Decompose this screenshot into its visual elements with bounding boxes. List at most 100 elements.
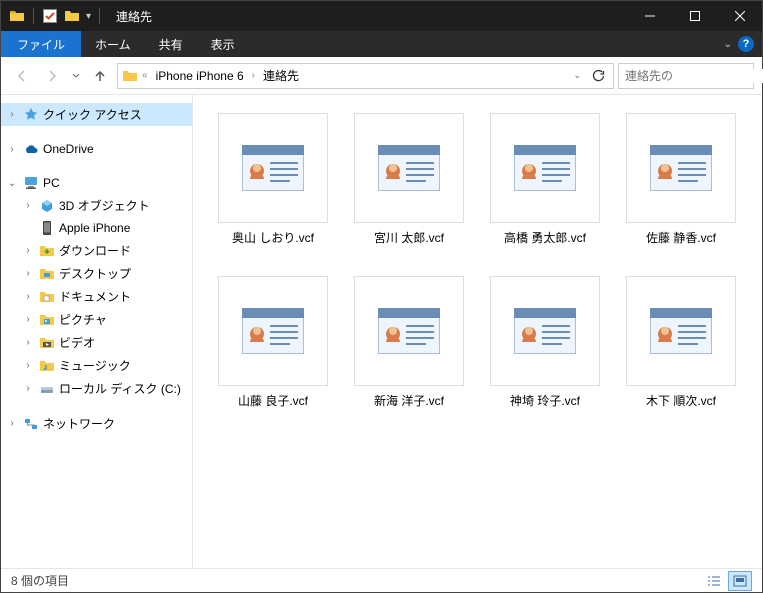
chevron-right-icon[interactable]: ›: [21, 200, 35, 211]
minimize-button[interactable]: [627, 1, 672, 31]
file-thumbnail: [218, 276, 328, 386]
chevron-right-icon[interactable]: ›: [21, 383, 35, 394]
sidebar-item-music[interactable]: › ミュージック: [1, 354, 192, 377]
sidebar-item-downloads[interactable]: › ダウンロード: [1, 239, 192, 262]
back-button[interactable]: [9, 63, 35, 89]
recent-dropdown[interactable]: [69, 63, 83, 89]
sidebar-item-pc[interactable]: ⌄ PC: [1, 172, 192, 194]
file-tab[interactable]: ファイル: [1, 31, 81, 57]
search-input[interactable]: [619, 69, 763, 83]
sidebar-item-pictures[interactable]: › ピクチャ: [1, 308, 192, 331]
sidebar-item-local-disk[interactable]: › ローカル ディスク (C:): [1, 377, 192, 400]
network-icon: [23, 416, 39, 432]
sidebar-item-label: OneDrive: [43, 142, 94, 156]
qat-separator: [99, 8, 100, 24]
sidebar-item-label: ダウンロード: [59, 242, 131, 259]
chevron-right-icon[interactable]: ›: [21, 245, 35, 256]
file-name: 神埼 玲子.vcf: [510, 392, 580, 409]
sidebar-item-label: デスクトップ: [59, 265, 131, 282]
breadcrumb-sep-icon[interactable]: «: [140, 70, 150, 81]
files-grid: 奥山 しおり.vcf 宮川 太郎.vcf 高橋 勇太郎.vcf 佐藤 静香.vc…: [213, 113, 742, 409]
search-box[interactable]: [618, 63, 754, 89]
file-thumbnail: [218, 113, 328, 223]
sidebar-item-onedrive[interactable]: › OneDrive: [1, 138, 192, 160]
breadcrumb-label: iPhone iPhone 6: [156, 69, 244, 83]
chevron-right-icon[interactable]: ›: [21, 268, 35, 279]
sidebar-item-label: ドキュメント: [59, 288, 131, 305]
chevron-right-icon[interactable]: ›: [5, 418, 19, 429]
breadcrumb-item[interactable]: 連絡先: [259, 65, 303, 87]
sidebar-item-network[interactable]: › ネットワーク: [1, 412, 192, 435]
sidebar-item-label: ローカル ディスク (C:): [59, 380, 181, 397]
sidebar-item-label: PC: [43, 176, 60, 190]
help-icon[interactable]: ?: [738, 36, 754, 52]
qat-dropdown-icon[interactable]: ▾: [86, 11, 91, 22]
file-item[interactable]: 木下 順次.vcf: [621, 276, 741, 409]
file-item[interactable]: 佐藤 静香.vcf: [621, 113, 741, 246]
file-pane[interactable]: 奥山 しおり.vcf 宮川 太郎.vcf 高橋 勇太郎.vcf 佐藤 静香.vc…: [193, 95, 762, 568]
breadcrumb-sep-icon[interactable]: ›: [250, 70, 257, 81]
sidebar-item-documents[interactable]: › ドキュメント: [1, 285, 192, 308]
chevron-right-icon[interactable]: ›: [5, 144, 19, 155]
sidebar-item-label: ミュージック: [59, 357, 131, 374]
tab-home[interactable]: ホーム: [81, 31, 145, 57]
breadcrumb-item[interactable]: iPhone iPhone 6: [152, 65, 248, 87]
chevron-right-icon[interactable]: ›: [21, 337, 35, 348]
file-thumbnail: [490, 276, 600, 386]
breadcrumb-label: 連絡先: [263, 67, 299, 84]
thumbnails-view-button[interactable]: [728, 571, 752, 591]
sidebar-item-3d-objects[interactable]: › 3D オブジェクト: [1, 194, 192, 217]
status-bar: 8 個の項目: [1, 568, 762, 592]
chevron-right-icon[interactable]: ›: [21, 360, 35, 371]
sidebar-item-label: 3D オブジェクト: [59, 197, 150, 214]
main-body: › クイック アクセス › OneDrive ⌄ PC › 3D オブジェクト …: [1, 95, 762, 568]
sidebar-item-label: クイック アクセス: [43, 106, 142, 123]
videos-icon: [39, 335, 55, 351]
file-item[interactable]: 奥山 しおり.vcf: [213, 113, 333, 246]
pictures-icon: [39, 312, 55, 328]
checkbox-icon[interactable]: [42, 8, 58, 24]
music-icon: [39, 358, 55, 374]
details-view-button[interactable]: [702, 571, 726, 591]
device-icon: [39, 220, 55, 236]
sidebar-item-label: Apple iPhone: [59, 221, 130, 235]
tab-view[interactable]: 表示: [197, 31, 249, 57]
cloud-icon: [23, 141, 39, 157]
sidebar-item-label: ビデオ: [59, 334, 95, 351]
ribbon-expand-icon[interactable]: ⌄: [724, 39, 732, 50]
address-dropdown-icon[interactable]: ⌄: [569, 70, 585, 81]
file-thumbnail: [354, 276, 464, 386]
address-bar[interactable]: « iPhone iPhone 6 › 連絡先 ⌄: [117, 63, 614, 89]
qat-separator: [33, 8, 34, 24]
pc-icon: [23, 175, 39, 191]
file-item[interactable]: 山藤 良子.vcf: [213, 276, 333, 409]
downloads-icon: [39, 243, 55, 259]
file-item[interactable]: 新海 洋子.vcf: [349, 276, 469, 409]
file-item[interactable]: 神埼 玲子.vcf: [485, 276, 605, 409]
tab-share[interactable]: 共有: [145, 31, 197, 57]
close-button[interactable]: [717, 1, 762, 31]
sidebar-item-videos[interactable]: › ビデオ: [1, 331, 192, 354]
sidebar-item-apple-iphone[interactable]: Apple iPhone: [1, 217, 192, 239]
chevron-right-icon[interactable]: ›: [5, 109, 19, 120]
sidebar-item-label: ネットワーク: [43, 415, 115, 432]
chevron-down-icon[interactable]: ⌄: [5, 178, 19, 189]
forward-button[interactable]: [39, 63, 65, 89]
file-name: 高橋 勇太郎.vcf: [504, 229, 586, 246]
sidebar-item-quick-access[interactable]: › クイック アクセス: [1, 103, 192, 126]
up-button[interactable]: [87, 63, 113, 89]
window-title: 連絡先: [110, 8, 627, 25]
chevron-right-icon[interactable]: ›: [21, 314, 35, 325]
chevron-right-icon[interactable]: ›: [21, 291, 35, 302]
file-item[interactable]: 高橋 勇太郎.vcf: [485, 113, 605, 246]
file-name: 佐藤 静香.vcf: [646, 229, 716, 246]
file-name: 奥山 しおり.vcf: [232, 229, 314, 246]
sidebar-item-label: ピクチャ: [59, 311, 107, 328]
file-item[interactable]: 宮川 太郎.vcf: [349, 113, 469, 246]
refresh-button[interactable]: [587, 69, 609, 83]
star-icon: [23, 107, 39, 123]
folder-small-icon[interactable]: [64, 8, 80, 24]
file-name: 新海 洋子.vcf: [374, 392, 444, 409]
sidebar-item-desktop[interactable]: › デスクトップ: [1, 262, 192, 285]
maximize-button[interactable]: [672, 1, 717, 31]
